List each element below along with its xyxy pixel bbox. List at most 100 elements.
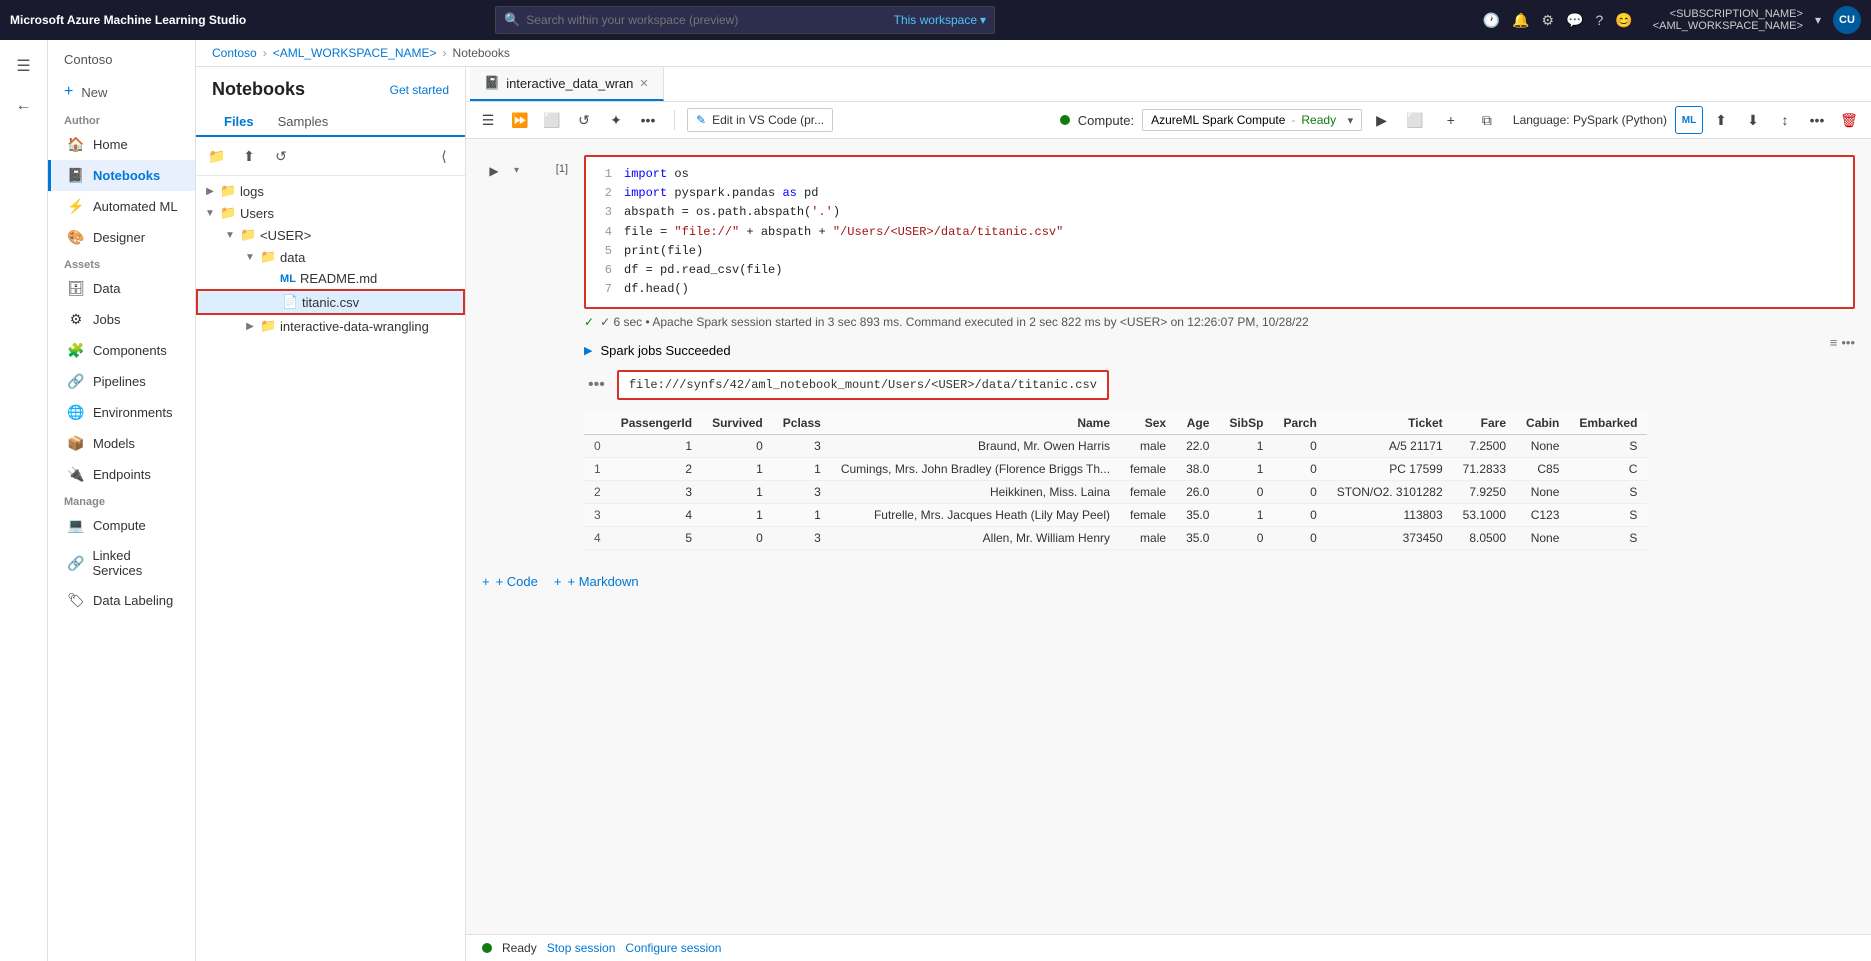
sidebar-item-models[interactable]: 📦 Models [48,428,195,459]
folder-icon: 📁 [220,183,236,199]
sidebar-item-pipelines[interactable]: 🔗 Pipelines [48,366,195,397]
run-cell-button[interactable]: ▶ [1370,108,1393,133]
collapse-panel-button[interactable]: ⟨ [431,143,457,169]
new-folder-button[interactable]: 📁 [204,143,230,169]
more-cell-button[interactable]: ••• [1803,106,1831,134]
tree-item-data[interactable]: ▼ 📁 data [196,246,465,268]
add-cell-button[interactable]: + [1437,106,1465,134]
output-more-icon[interactable]: ••• [1841,335,1855,350]
sidebar-item-jobs[interactable]: ⚙ Jobs [48,304,195,335]
stop-button[interactable]: ⬜ [538,106,566,134]
table-cell: A/5 21171 [1327,435,1453,458]
sidebar-item-linked-services[interactable]: 🔗 Linked Services [48,541,195,585]
breadcrumb-contoso[interactable]: Contoso [212,46,257,60]
sidebar-item-data[interactable]: 🗄 Data [48,273,195,304]
tree-item-readme[interactable]: ML README.md [196,268,465,289]
file-path-row: ••• file:///synfs/42/aml_notebook_mount/… [584,366,1855,404]
more-toolbar-button[interactable]: ••• [634,106,662,134]
stop-session-link[interactable]: Stop session [547,941,616,955]
upload-button[interactable]: ⬆ [236,143,262,169]
dots-icon[interactable]: ••• [584,376,609,394]
insert-below-button[interactable]: ⬇ [1739,106,1767,134]
nav-brand[interactable]: Contoso [48,40,195,75]
spark-chevron-icon[interactable]: ▶ [584,344,592,357]
delete-cell-button[interactable]: 🗑 [1835,106,1863,134]
table-cell: 5 [611,527,702,550]
tree-item-user[interactable]: ▼ 📁 <USER> [196,224,465,246]
code-cell[interactable]: 1 import os 2 import pyspark.pandas as p… [584,155,1855,309]
ml-badge-button[interactable]: ML [1675,106,1703,134]
new-button[interactable]: + New [48,75,195,109]
manage-section-label: Manage [48,490,195,510]
folder-icon: 📁 [260,318,276,334]
dropdown-arrow-icon[interactable]: ▾ [1815,13,1821,27]
emoji-icon[interactable]: 😊 [1615,12,1632,29]
jobs-icon: ⚙ [67,311,85,328]
run-all-button[interactable]: ⏩ [506,106,534,134]
user-info[interactable]: <SUBSCRIPTION_NAME> <AML_WORKSPACE_NAME> [1653,8,1803,32]
compute-selector[interactable]: AzureML Spark Compute - Ready ▾ [1142,109,1362,131]
table-cell: 26.0 [1176,481,1219,504]
file-panel-tabs: Files Samples [196,108,465,137]
configure-session-link[interactable]: Configure session [625,941,721,955]
feedback-icon[interactable]: 💬 [1566,12,1583,29]
restart-button[interactable]: ↺ [570,106,598,134]
sidebar-item-designer[interactable]: 🎨 Designer [48,222,195,253]
main-content: Contoso › <AML_WORKSPACE_NAME> › Noteboo… [196,40,1871,961]
clock-icon[interactable]: 🕐 [1483,12,1500,29]
left-sidebar: ☰ ← [0,40,48,961]
code-cell-content: 1 import os 2 import pyspark.pandas as p… [586,157,1853,307]
output-list-icon[interactable]: ≡ [1830,335,1838,350]
tree-item-users[interactable]: ▼ 📁 Users [196,202,465,224]
table-cell: S [1569,435,1647,458]
sidebar-item-home[interactable]: 🏠 Home [48,129,195,160]
notebook-tab-interactive[interactable]: 📓 interactive_data_wran ✕ [470,67,664,101]
table-cell: 0 [702,527,773,550]
hamburger-icon[interactable]: ☰ [6,48,42,84]
add-code-button[interactable]: + + Code [482,574,538,589]
menu-button[interactable]: ☰ [474,106,502,134]
notebook-content: ▶ ▾ [1] 1 import os [466,139,1871,934]
compute-status-dot [1060,115,1070,125]
get-started-link[interactable]: Get started [390,83,449,97]
bell-icon[interactable]: 🔔 [1512,12,1529,29]
th-sibsp: SibSp [1219,412,1273,435]
back-icon[interactable]: ← [6,88,42,124]
sidebar-item-data-labeling[interactable]: 🏷 Data Labeling [48,585,195,616]
clear-button[interactable]: ✦ [602,106,630,134]
run-cell-btn[interactable]: ▶ [482,155,506,179]
breadcrumb-workspace[interactable]: <AML_WORKSPACE_NAME> [273,46,437,60]
refresh-button[interactable]: ↺ [268,143,294,169]
gear-icon[interactable]: ⚙ [1542,12,1555,29]
help-icon[interactable]: ? [1596,12,1604,28]
insert-above-button[interactable]: ⬆ [1707,106,1735,134]
sidebar-item-compute[interactable]: 💻 Compute [48,510,195,541]
edit-vscode-button[interactable]: ✎ Edit in VS Code (pr... [687,108,833,132]
tree-item-interactive[interactable]: ▶ 📁 interactive-data-wrangling [196,315,465,337]
tab-samples[interactable]: Samples [266,108,341,137]
status-dot [482,943,492,953]
sidebar-item-endpoints[interactable]: 🔌 Endpoints [48,459,195,490]
table-cell: 113803 [1327,504,1453,527]
expand-cell-btn[interactable]: ▾ [514,155,530,176]
cell-output-button[interactable]: ⬜ [1401,106,1429,134]
move-button[interactable]: ↕ [1771,106,1799,134]
add-markdown-button[interactable]: + + Markdown [554,574,639,589]
add-cell-buttons: + + Code + + Markdown [482,566,1855,597]
tab-files[interactable]: Files [212,108,266,137]
plus-icon: + [64,83,73,101]
th-survived: Survived [702,412,773,435]
sidebar-item-environments[interactable]: 🌐 Environments [48,397,195,428]
table-cell: 4 [584,527,611,550]
tree-item-titanic[interactable]: 📄 titanic.csv [196,289,465,315]
close-tab-button[interactable]: ✕ [639,77,648,90]
sidebar-item-components[interactable]: 🧩 Components [48,335,195,366]
tree-item-logs[interactable]: ▶ 📁 logs [196,180,465,202]
copy-button[interactable]: ⧉ [1473,106,1501,134]
search-scope[interactable]: This workspace ▾ [894,13,986,27]
sidebar-item-automated-ml[interactable]: ⚡ Automated ML [48,191,195,222]
sidebar-item-notebooks[interactable]: 📓 Notebooks [48,160,195,191]
search-input[interactable] [526,13,893,27]
th-sex: Sex [1120,412,1176,435]
table-cell: Allen, Mr. William Henry [831,527,1120,550]
